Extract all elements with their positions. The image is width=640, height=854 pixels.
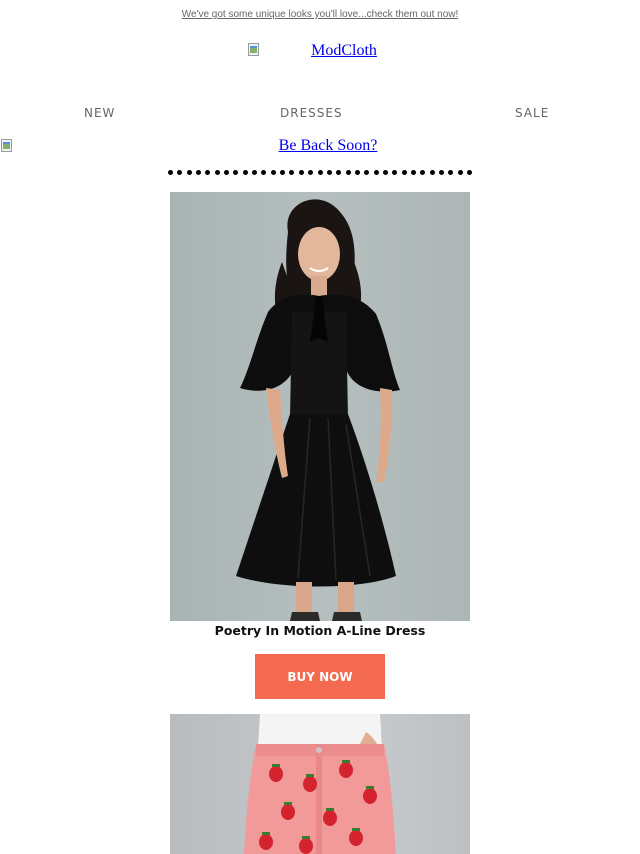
hero-banner: Be Back Soon? [0,137,640,159]
hero-banner-link[interactable]: Be Back Soon? [0,137,640,155]
nav-item-dresses[interactable]: DRESSES [280,106,343,120]
main-nav: NEW DRESSES SALE [0,106,640,124]
buy-now-button[interactable]: BUY NOW [255,654,385,699]
nav-item-sale[interactable]: SALE [515,106,549,120]
email-page: We've got some unique looks you'll love.… [0,0,640,854]
product-image-strawberry-pants[interactable] [170,714,470,854]
logo-alt-text: ModCloth [311,42,377,59]
logo-row: ModCloth [0,42,640,63]
modcloth-logo[interactable]: ModCloth [247,42,377,60]
product-name-link[interactable]: Poetry In Motion A-Line Dress [0,623,640,638]
product-image-black-dress[interactable] [170,192,470,621]
dotted-divider [168,170,472,176]
preheader-link[interactable]: We've got some unique looks you'll love.… [0,9,640,20]
broken-image-icon [247,42,261,58]
nav-item-new[interactable]: NEW [84,106,115,120]
